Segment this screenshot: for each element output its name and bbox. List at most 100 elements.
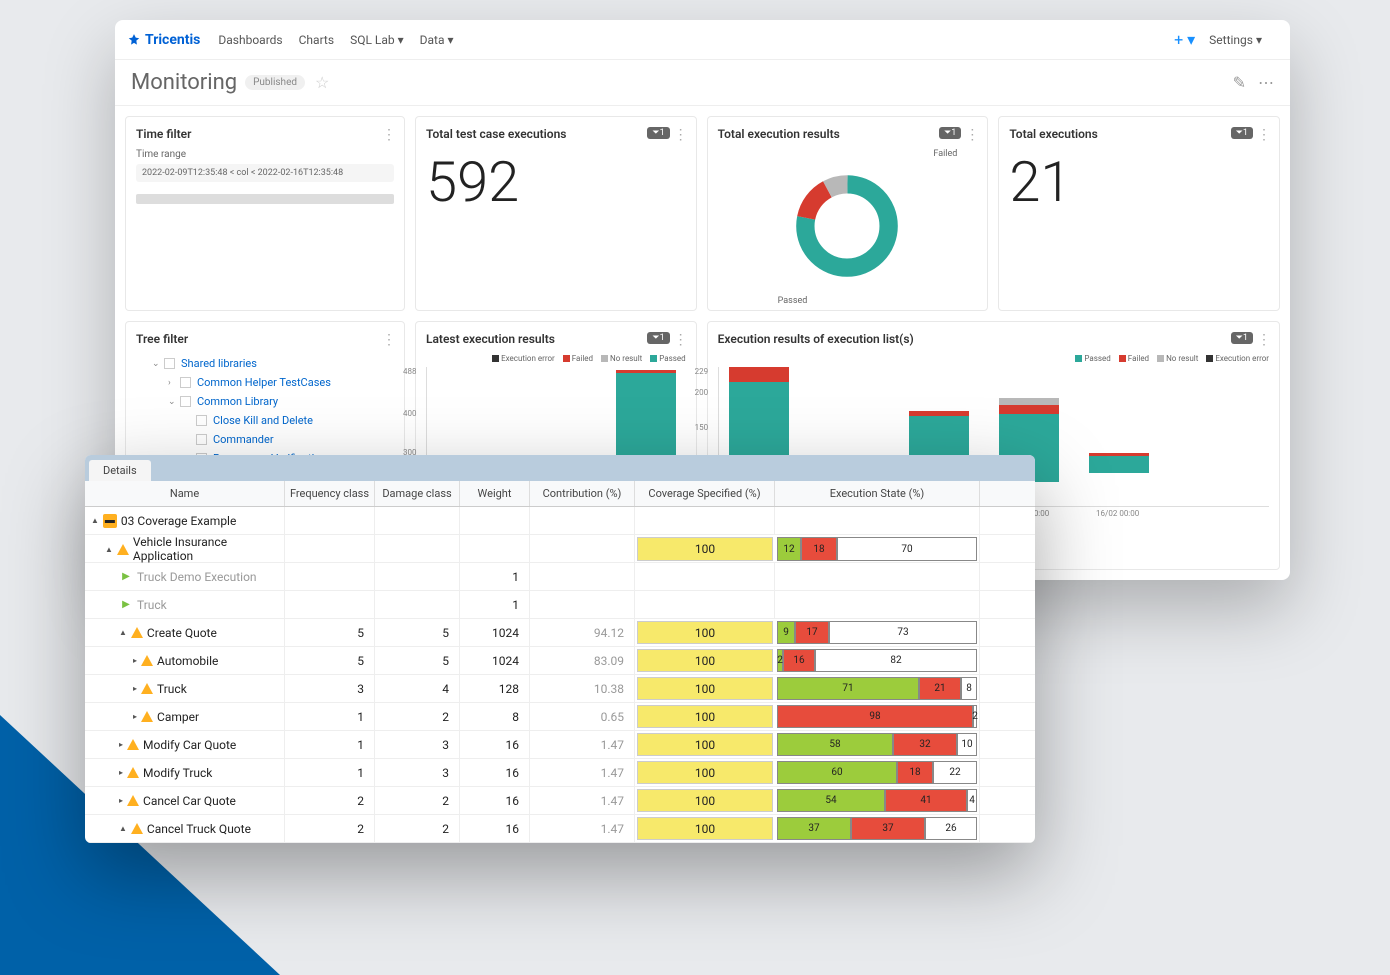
execution-state-cell: 982	[775, 703, 980, 730]
titlebar: Monitoring Published ☆ ✎ ⋯	[115, 60, 1290, 106]
card-menu-icon[interactable]: ⋮	[674, 127, 688, 143]
navbar: Tricentis Dashboards Charts SQL Lab ▾ Da…	[115, 20, 1290, 60]
tree-item[interactable]: ›Common Helper TestCases	[136, 373, 394, 392]
more-icon[interactable]: ⋯	[1258, 73, 1274, 92]
add-button[interactable]: + ▾	[1174, 30, 1195, 49]
donut-label-failed: Failed	[933, 149, 957, 159]
table-row[interactable]: ▶Truck 1	[85, 591, 1035, 619]
expand-icon[interactable]: ▸	[133, 712, 137, 721]
tree-item[interactable]: ⌄Shared libraries	[136, 354, 394, 373]
expand-icon[interactable]: ▸	[133, 656, 137, 665]
filter-badge[interactable]: ⏷1	[647, 127, 669, 139]
star-icon[interactable]: ☆	[315, 73, 329, 92]
table-row[interactable]: ▸Truck 3412810.3810071218	[85, 675, 1035, 703]
filter-badge[interactable]: ⏷1	[1231, 332, 1253, 344]
coverage-cell: 100	[637, 677, 773, 700]
execution-state-cell: 601822	[775, 759, 980, 786]
expand-icon[interactable]: ▸	[119, 768, 123, 777]
table-row[interactable]: ▸Cancel Car Quote 22161.4710054414	[85, 787, 1035, 815]
column-header[interactable]: Execution State (%)	[775, 481, 980, 506]
table-row[interactable]: ▸Automobile 55102483.0910021682	[85, 647, 1035, 675]
execution-state-cell: 21682	[775, 647, 980, 674]
checkbox-icon[interactable]	[180, 396, 191, 407]
checkbox-icon[interactable]	[196, 434, 207, 445]
column-header[interactable]: Frequency class	[285, 481, 375, 506]
nav-settings[interactable]: Settings ▾	[1209, 33, 1262, 47]
page-title: Monitoring	[131, 70, 237, 95]
row-name: Truck	[137, 598, 167, 612]
tab-details[interactable]: Details	[89, 460, 151, 481]
table-row[interactable]: ▲Cancel Truck Quote 22161.47100373726	[85, 815, 1035, 843]
warning-icon	[141, 655, 153, 666]
expand-icon[interactable]: ▸	[119, 740, 123, 749]
expand-icon[interactable]: ▲	[91, 516, 99, 525]
brand-logo[interactable]: Tricentis	[127, 32, 200, 48]
table-row[interactable]: ▸Camper 1280.65100982	[85, 703, 1035, 731]
warning-icon	[127, 795, 139, 806]
tree-item[interactable]: ⌄Common Library	[136, 392, 394, 411]
expand-icon[interactable]: ▸	[119, 796, 123, 805]
checkbox-icon[interactable]	[196, 415, 207, 426]
time-range-value[interactable]: 2022-02-09T12:35:48 < col < 2022-02-16T1…	[136, 164, 394, 182]
column-header[interactable]: Contribution (%)	[530, 481, 635, 506]
checkbox-icon[interactable]	[164, 358, 175, 369]
column-header[interactable]: Damage class	[375, 481, 460, 506]
table-row[interactable]: ▲Vehicle Insurance Application 100121870	[85, 535, 1035, 563]
tree-item[interactable]: Commander	[136, 430, 394, 449]
coverage-cell: 100	[637, 817, 773, 840]
card-menu-icon[interactable]: ⋮	[674, 332, 688, 348]
expand-icon[interactable]: ▸	[133, 684, 137, 693]
tree-item[interactable]: Close Kill and Delete	[136, 411, 394, 430]
details-panel: Details NameFrequency classDamage classW…	[85, 455, 1035, 843]
scrollbar[interactable]	[136, 194, 394, 204]
table-row[interactable]: ▸Modify Car Quote 13161.47100583210	[85, 731, 1035, 759]
table-header: NameFrequency classDamage classWeightCon…	[85, 481, 1035, 507]
card-menu-icon[interactable]: ⋮	[1257, 127, 1271, 143]
filter-badge[interactable]: ⏷1	[1231, 127, 1253, 139]
nav-sqllab[interactable]: SQL Lab ▾	[350, 33, 404, 47]
warning-icon	[141, 711, 153, 722]
filter-badge[interactable]: ⏷1	[647, 332, 669, 344]
big-number: 592	[426, 149, 686, 215]
details-tabbar: Details	[85, 455, 1035, 481]
expand-icon[interactable]: ▲	[119, 824, 127, 833]
row-name: Truck	[157, 682, 187, 696]
table-row[interactable]: ▸Modify Truck 13161.47100601822	[85, 759, 1035, 787]
card-menu-icon[interactable]: ⋮	[1257, 332, 1271, 348]
row-name: Automobile	[157, 654, 218, 668]
expand-icon[interactable]: ▲	[119, 628, 127, 637]
nav-dashboards[interactable]: Dashboards	[218, 33, 282, 47]
table-row[interactable]: ▶Truck Demo Execution 1	[85, 563, 1035, 591]
table-row[interactable]: ▲▬03 Coverage Example	[85, 507, 1035, 535]
nav-charts[interactable]: Charts	[299, 33, 334, 47]
filter-badge[interactable]: ⏷1	[939, 127, 961, 139]
edit-icon[interactable]: ✎	[1233, 73, 1246, 92]
card-menu-icon[interactable]: ⋮	[382, 127, 396, 143]
coverage-cell: 100	[637, 649, 773, 672]
donut-chart	[792, 171, 902, 281]
table-row[interactable]: ▲Create Quote 55102494.1210091773	[85, 619, 1035, 647]
card-title: Time filter	[136, 127, 394, 141]
nav-data[interactable]: Data ▾	[420, 33, 454, 47]
folder-icon: ▬	[103, 514, 117, 528]
coverage-cell: 100	[637, 621, 773, 644]
column-header[interactable]: Name	[85, 481, 285, 506]
big-number: 21	[1009, 149, 1269, 215]
chart-legend: Execution error Failed No result Passed	[426, 354, 686, 363]
row-name: Cancel Car Quote	[143, 794, 236, 808]
execution-state-cell	[775, 591, 980, 618]
column-header[interactable]: Weight	[460, 481, 530, 506]
warning-icon	[141, 683, 153, 694]
expand-icon[interactable]: ▲	[105, 545, 113, 554]
card-menu-icon[interactable]: ⋮	[382, 332, 396, 348]
time-range-label: Time range	[136, 149, 394, 160]
column-header[interactable]: Coverage Specified (%)	[635, 481, 775, 506]
checkbox-icon[interactable]	[180, 377, 191, 388]
card-menu-icon[interactable]: ⋮	[965, 127, 979, 143]
donut-label-passed: Passed	[778, 296, 808, 306]
warning-icon	[127, 739, 139, 750]
card-time-filter: Time filter ⋮ Time range 2022-02-09T12:3…	[125, 116, 405, 311]
warning-icon	[117, 544, 129, 555]
row-name: Vehicle Insurance Application	[133, 535, 278, 563]
execution-state-cell: 54414	[775, 787, 980, 814]
